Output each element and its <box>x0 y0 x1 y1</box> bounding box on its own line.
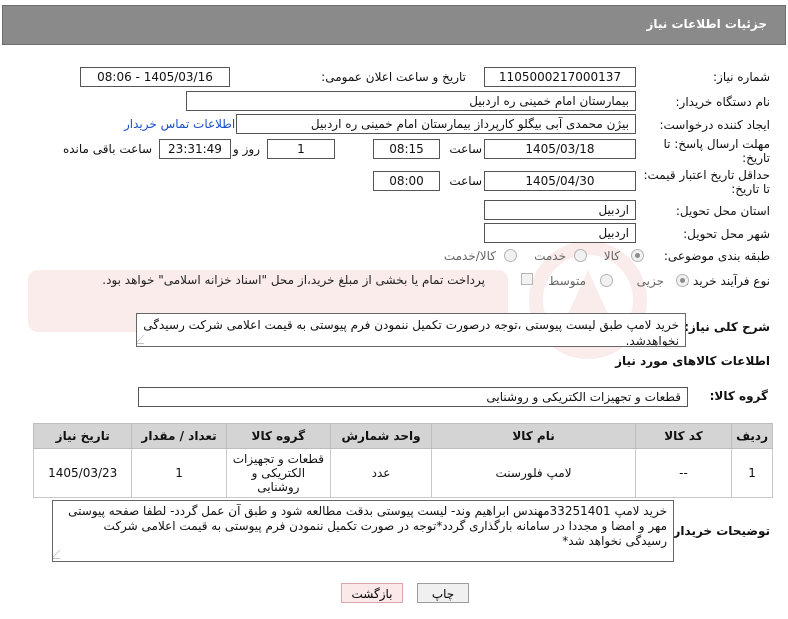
announce-datetime-field: 1405/03/16 - 08:06 <box>80 67 230 87</box>
delivery-city-field: اردبیل <box>484 223 636 243</box>
reply-time-label: ساعت <box>449 142 482 156</box>
buyer-notes-text: خرید لامپ 33251401مهندس ابراهیم وند- لیس… <box>68 504 667 548</box>
requester-label: ایجاد کننده درخواست: <box>659 118 770 132</box>
announce-datetime-label: تاریخ و ساعت اعلان عمومی: <box>321 70 466 84</box>
delivery-city-label: شهر محل تحویل: <box>683 227 770 241</box>
treasury-payment-checkbox[interactable] <box>521 273 533 285</box>
category-label: طبقه بندی موضوعی: <box>663 249 770 263</box>
col-code: کد کالا <box>634 423 733 449</box>
back-button[interactable]: بازگشت <box>341 583 403 603</box>
buyer-notes-textarea[interactable]: خرید لامپ 33251401مهندس ابراهیم وند- لیس… <box>52 500 674 562</box>
need-number-label: شماره نیاز: <box>713 70 770 84</box>
items-table-header: ردیف کد کالا نام کالا واحد شمارش گروه کا… <box>32 423 773 449</box>
need-details-page: جزئیات اطلاعات نیاز شماره نیاز: 11050002… <box>0 0 788 619</box>
cell-row: 1 <box>731 448 773 498</box>
col-unit: واحد شمارش <box>329 423 433 449</box>
page-title: جزئیات اطلاعات نیاز <box>646 17 767 31</box>
table-row: 1 -- لامپ فلورسنت عدد قطعات و تجهیزات ال… <box>32 448 773 498</box>
category-radio-goods-service[interactable] <box>504 249 517 262</box>
goods-group-field: قطعات و تجهیزات الکتریکی و روشنایی <box>138 387 688 407</box>
category-option-goods-service: کالا/خدمت <box>443 249 496 263</box>
days-label: روز و <box>233 142 260 156</box>
delivery-province-field: اردبیل <box>484 200 636 220</box>
price-validity-time-field: 08:00 <box>373 171 440 191</box>
remaining-time-field: 23:31:49 <box>159 139 231 159</box>
cell-unit: عدد <box>329 448 433 498</box>
purchase-option-minor: جزیی <box>636 274 664 288</box>
items-table: ردیف کد کالا نام کالا واحد شمارش گروه کا… <box>32 423 773 498</box>
col-date: تاریخ نیاز <box>32 423 133 449</box>
description-textarea[interactable]: خرید لامپ طبق لیست پیوستی ،توجه درصورت ت… <box>136 313 686 347</box>
remaining-days-field: 1 <box>267 139 335 159</box>
price-validity-label-1: حداقل تاریخ اعتبار قیمت: <box>643 168 770 182</box>
purchase-option-medium: متوسط <box>548 274 586 288</box>
cell-group: قطعات و تجهیزات الکتریکی و روشنایی <box>225 448 331 498</box>
reply-time-field: 08:15 <box>373 139 440 159</box>
goods-group-label: گروه کالا: <box>709 389 768 403</box>
reply-deadline-label-1: مهلت ارسال پاسخ: تا <box>663 137 770 151</box>
price-validity-date-field: 1405/04/30 <box>484 171 636 191</box>
price-validity-time-label: ساعت <box>449 174 482 188</box>
category-radio-service[interactable] <box>574 249 587 262</box>
col-name: نام کالا <box>431 423 636 449</box>
buyer-org-label: نام دستگاه خریدار: <box>675 95 771 109</box>
cell-date: 1405/03/23 <box>32 448 133 498</box>
buyer-notes-label: توضیحات خریدار: <box>668 524 770 538</box>
purchase-radio-medium[interactable] <box>600 274 613 287</box>
purchase-type-label: نوع فرآیند خرید : <box>685 274 770 288</box>
category-option-goods: کالا <box>603 249 620 263</box>
print-button[interactable]: چاپ <box>417 583 469 603</box>
category-option-service: خدمت <box>534 249 566 263</box>
col-group: گروه کالا <box>225 423 331 449</box>
col-qty: تعداد / مقدار <box>131 423 227 449</box>
cell-name: لامپ فلورسنت <box>431 448 636 498</box>
page-header: جزئیات اطلاعات نیاز <box>2 5 786 45</box>
need-number-field: 1105000217000137 <box>484 67 636 87</box>
requester-field: بیژن محمدی آبی بیگلو کارپرداز بیمارستان … <box>236 114 636 134</box>
remaining-time-label: ساعت باقی مانده <box>62 142 152 156</box>
cell-qty: 1 <box>131 448 227 498</box>
category-radio-goods[interactable] <box>631 249 644 262</box>
treasury-payment-note: پرداخت تمام یا بخشی از مبلغ خرید،از محل … <box>102 273 485 287</box>
resize-handle-icon[interactable] <box>53 550 69 559</box>
purchase-radio-minor[interactable] <box>676 274 689 287</box>
price-validity-label-2: تا تاریخ: <box>731 182 770 196</box>
resize-handle-icon[interactable] <box>137 335 153 344</box>
reply-deadline-label-2: تاریخ: <box>742 151 770 165</box>
cell-code: -- <box>634 448 733 498</box>
col-row: ردیف <box>731 423 773 449</box>
delivery-province-label: استان محل تحویل: <box>675 204 770 218</box>
buyer-contact-link[interactable]: اطلاعات تماس خریدار <box>124 117 235 131</box>
reply-date-field: 1405/03/18 <box>484 139 636 159</box>
description-text: خرید لامپ طبق لیست پیوستی ،توجه درصورت ت… <box>143 318 679 347</box>
buyer-org-field: بیمارستان امام خمینی ره اردبیل <box>186 91 636 111</box>
goods-section-title: اطلاعات کالاهای مورد نیاز <box>615 354 770 368</box>
description-label: شرح کلی نیاز: <box>684 320 770 334</box>
